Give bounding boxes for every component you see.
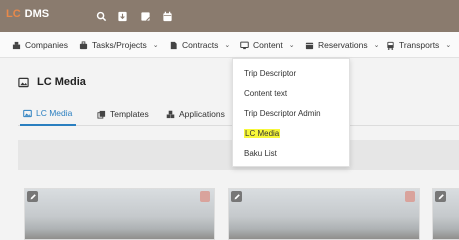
media-card[interactable] (24, 188, 215, 240)
nav-companies[interactable]: Companies (12, 32, 68, 58)
tab-lc-media-label: LC Media (36, 108, 73, 118)
content-dropdown-menu: Trip Descriptor Content text Trip Descri… (232, 58, 350, 167)
app-logo[interactable]: LC DMS (6, 8, 49, 20)
logo-mark: LC (6, 8, 21, 20)
bus-icon (387, 41, 394, 50)
building-icon (12, 41, 21, 49)
search-icon[interactable] (94, 9, 108, 23)
image-icon (18, 77, 29, 87)
edit-icon[interactable] (231, 191, 242, 202)
menu-item-trip-descriptor-admin[interactable]: Trip Descriptor Admin (244, 109, 321, 118)
document-icon (170, 41, 177, 49)
top-bar: LC DMS (0, 0, 459, 32)
chevron-down-icon: ⌄ (445, 42, 452, 49)
media-card[interactable] (432, 188, 459, 240)
chevron-down-icon: ⌄ (373, 42, 380, 49)
tab-lc-media[interactable]: LC Media (20, 102, 76, 126)
main-nav: Companies Tasks/Projects ⌄ Contracts ⌄ C… (0, 32, 459, 58)
tab-templates[interactable]: Templates (97, 102, 149, 126)
nav-content-label: Content (253, 40, 283, 50)
main-content: LC Media LC Media Templates Applications (0, 58, 459, 240)
nav-content[interactable]: Content ⌄ (240, 32, 295, 58)
nav-reservations[interactable]: Reservations ⌄ (305, 32, 379, 58)
page-title-text: LC Media (37, 76, 86, 88)
nav-companies-label: Companies (25, 40, 68, 50)
media-thumbnail (229, 189, 419, 239)
monitor-icon (240, 41, 249, 49)
media-card[interactable] (228, 188, 420, 240)
image-icon (23, 109, 32, 117)
copy-icon (97, 110, 106, 119)
nav-tasks-label: Tasks/Projects (92, 40, 147, 50)
nav-transports[interactable]: Transports ⌄ (386, 32, 451, 58)
download-icon[interactable] (115, 9, 129, 23)
tab-templates-label: Templates (110, 109, 149, 119)
menu-item-baku-list[interactable]: Baku List (244, 149, 277, 158)
chevron-down-icon: ⌄ (152, 42, 159, 49)
calendar-icon (305, 42, 314, 49)
edit-icon[interactable] (27, 191, 38, 202)
logo-text: DMS (24, 8, 50, 20)
media-thumbnail (25, 189, 214, 239)
menu-item-trip-descriptor[interactable]: Trip Descriptor (244, 69, 296, 78)
menu-item-content-text[interactable]: Content text (244, 89, 287, 98)
tab-applications-label: Applications (179, 109, 225, 119)
nav-transports-label: Transports (399, 40, 440, 50)
nav-contracts-label: Contracts (182, 40, 219, 50)
tab-applications[interactable]: Applications (166, 102, 225, 126)
calendar-icon[interactable] (160, 9, 174, 23)
note-icon[interactable] (138, 9, 152, 23)
edit-icon[interactable] (435, 191, 446, 202)
nav-reservations-label: Reservations (318, 40, 368, 50)
delete-icon[interactable] (405, 191, 415, 202)
chevron-down-icon: ⌄ (224, 42, 231, 49)
nav-tasks[interactable]: Tasks/Projects ⌄ (79, 32, 159, 58)
page-title: LC Media (18, 76, 86, 88)
nav-contracts[interactable]: Contracts ⌄ (169, 32, 230, 58)
cubes-icon (166, 110, 175, 118)
briefcase-icon (79, 40, 88, 49)
delete-icon[interactable] (200, 191, 210, 202)
chevron-down-icon: ⌄ (288, 42, 295, 49)
menu-item-lc-media[interactable]: LC Media (244, 129, 281, 138)
